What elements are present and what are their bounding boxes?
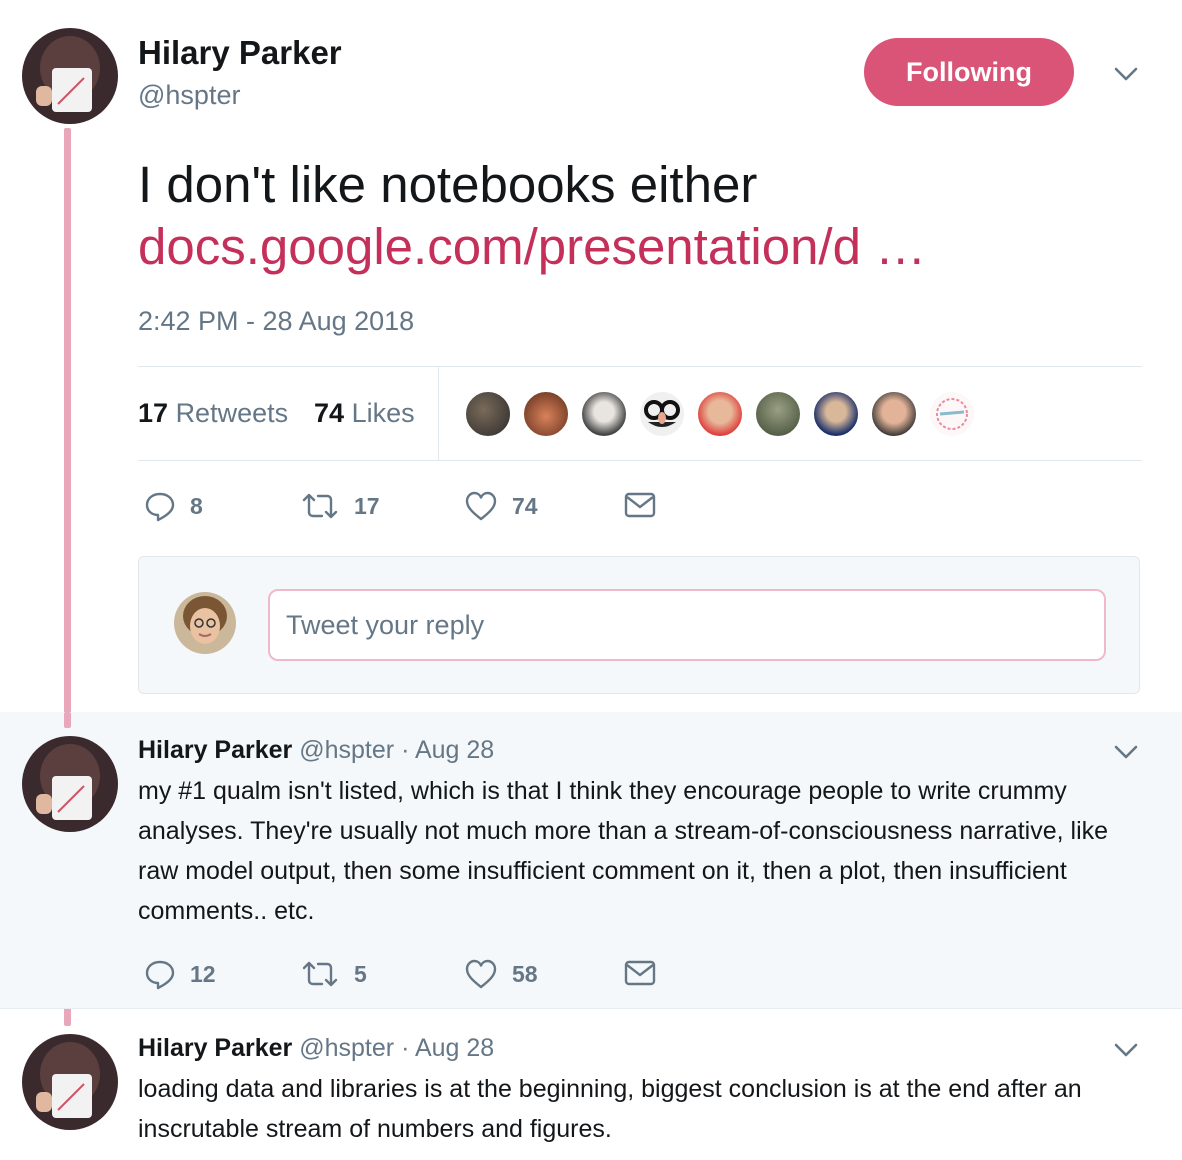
reply-input[interactable]	[268, 589, 1106, 661]
author-avatar[interactable]	[22, 736, 118, 832]
reply-header: Hilary Parker @hspter · Aug 28	[138, 736, 494, 765]
author-name[interactable]: Hilary Parker	[138, 34, 342, 72]
retweet-action[interactable]: 17	[300, 490, 380, 522]
liker-avatar[interactable]	[638, 390, 686, 438]
like-action[interactable]: 58	[464, 958, 538, 990]
tweet-date[interactable]: Aug 28	[415, 736, 494, 764]
tweet-text: loading data and libraries is at the beg…	[138, 1075, 1082, 1143]
like-count: 58	[512, 960, 538, 987]
reply-action[interactable]: 12	[144, 958, 216, 990]
following-button[interactable]: Following	[864, 38, 1074, 106]
author-avatar[interactable]	[22, 1034, 118, 1130]
current-user-avatar[interactable]	[174, 592, 236, 654]
author-handle[interactable]: @hspter	[299, 736, 394, 764]
divider	[138, 460, 1142, 461]
author-handle[interactable]: @hspter	[138, 80, 240, 111]
divider	[138, 366, 1142, 367]
tweet-text: I don't like notebooks either	[138, 156, 758, 213]
liker-avatar[interactable]	[928, 390, 976, 438]
author-name[interactable]: Hilary Parker	[138, 736, 292, 764]
liker-avatar[interactable]	[754, 390, 802, 438]
envelope-icon	[624, 490, 656, 520]
liker-avatar[interactable]	[464, 390, 512, 438]
separator-dot: ·	[401, 736, 410, 764]
retweets-count: 17	[138, 398, 169, 428]
reply-header: Hilary Parker @hspter · Aug 28	[138, 1034, 494, 1063]
tweet-date[interactable]: Aug 28	[415, 1034, 494, 1062]
likes-label: Likes	[351, 398, 415, 428]
author-avatar[interactable]	[22, 28, 118, 124]
thread-line	[64, 128, 71, 728]
tweet-text: my #1 qualm isn't listed, which is that …	[138, 777, 1109, 925]
thread-line	[64, 712, 71, 728]
tweet-link[interactable]: docs.google.com/presentation/d …	[138, 216, 926, 278]
divider	[438, 367, 439, 460]
message-action[interactable]	[624, 490, 656, 520]
liker-avatar[interactable]	[522, 390, 570, 438]
retweets-stat[interactable]: 17 Retweets	[138, 398, 288, 429]
envelope-icon	[624, 958, 656, 988]
chevron-down-icon[interactable]	[1112, 742, 1140, 767]
liker-avatar[interactable]	[580, 390, 628, 438]
reply-action[interactable]: 8	[144, 490, 203, 522]
reply-icon	[144, 958, 176, 990]
message-action[interactable]	[624, 958, 656, 988]
divider	[0, 1008, 1182, 1009]
chevron-down-icon[interactable]	[1112, 1040, 1140, 1065]
retweet-count: 5	[354, 960, 367, 987]
reply-count: 8	[190, 492, 203, 519]
likes-stat[interactable]: 74 Likes	[314, 398, 415, 429]
liker-avatar[interactable]	[870, 390, 918, 438]
reply-count: 12	[190, 960, 216, 987]
chevron-down-icon[interactable]	[1112, 64, 1140, 89]
heart-icon	[464, 958, 498, 990]
liker-avatar[interactable]	[696, 390, 744, 438]
separator-dot: ·	[401, 1034, 410, 1062]
author-handle[interactable]: @hspter	[299, 1034, 394, 1062]
author-name[interactable]: Hilary Parker	[138, 1034, 292, 1062]
retweet-icon	[300, 490, 340, 522]
likes-count: 74	[314, 398, 345, 428]
tweet-timestamp[interactable]: 2:42 PM - 28 Aug 2018	[138, 306, 414, 337]
heart-icon	[464, 490, 498, 522]
retweet-action[interactable]: 5	[300, 958, 367, 990]
liker-avatar[interactable]	[812, 390, 860, 438]
reply-icon	[144, 490, 176, 522]
retweet-icon	[300, 958, 340, 990]
retweets-label: Retweets	[175, 398, 289, 428]
like-action[interactable]: 74	[464, 490, 538, 522]
like-count: 74	[512, 492, 538, 519]
retweet-count: 17	[354, 492, 380, 519]
